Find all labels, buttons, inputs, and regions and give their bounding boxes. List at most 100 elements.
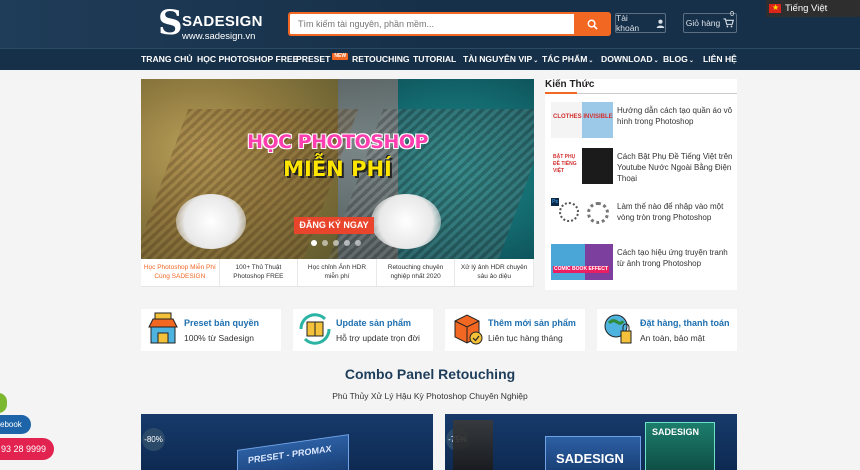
thumb-text: COMIC BOOK EFFECT xyxy=(553,266,609,273)
slider-tabs: Học Photoshop Miễn Phí Cùng SADESIGN 100… xyxy=(141,259,534,287)
language-selector[interactable]: ★ Tiếng Việt xyxy=(766,0,860,17)
slider-dot[interactable] xyxy=(333,240,339,246)
feature-card[interactable]: Update sản phẩm Hỗ trợ update trọn đời xyxy=(293,309,433,351)
slide-subtitle: MIỄN PHÍ xyxy=(283,157,392,181)
cart-count: 0 xyxy=(730,11,734,18)
product-box-text: SADESIGN xyxy=(652,427,700,437)
secure-order-icon xyxy=(604,314,632,344)
knowledge-item[interactable]: COMIC BOOK EFFECT Cách tạo hiệu ứng truy… xyxy=(545,244,737,284)
nav-item-retouching[interactable]: RETOUCHING xyxy=(352,49,410,70)
knowledge-item[interactable]: BẬT PHỤ ĐỀ TIẾNG VIỆT Cách Bật Phụ Đề Ti… xyxy=(545,148,737,188)
feature-card[interactable]: Preset bản quyền 100% từ Sadesign xyxy=(141,309,281,351)
nav-label: BLOG xyxy=(663,54,688,64)
slider-tab[interactable]: Retouching chuyên nghiệp nhất 2020 xyxy=(377,259,456,286)
product-box: SADESIGN xyxy=(645,422,715,470)
section-subtitle: Phù Thủy Xử Lý Hậu Kỳ Photoshop Chuyên N… xyxy=(332,391,528,401)
feature-title: Thêm mới sản phẩm xyxy=(488,318,576,328)
chevron-down-icon: ⌄ xyxy=(588,58,594,64)
slider-tab[interactable]: 100+ Thủ Thuật Photoshop FREE xyxy=(220,259,299,286)
nav-label: HỌC PHOTOSHOP FREE xyxy=(197,54,299,64)
nav-item-tai-nguyen-vip[interactable]: TÀI NGUYÊN VIP⌄ xyxy=(463,49,538,70)
feature-subtitle: An toàn, bảo mật xyxy=(640,333,705,343)
new-badge: NEW xyxy=(332,53,349,60)
feature-title: Preset bản quyền xyxy=(184,318,260,328)
feature-subtitle: Hỗ trợ update trọn đời xyxy=(336,333,420,343)
slider-tab[interactable]: Xử lý ảnh HDR chuyên sâu ảo diệu xyxy=(455,259,534,286)
nav-item-photoshop-free[interactable]: HỌC PHOTOSHOP FREE xyxy=(197,49,298,70)
discount-badge: -80% xyxy=(142,428,165,451)
slider-tab[interactable]: Học chỉnh Ảnh HDR miễn phí xyxy=(298,259,377,286)
product-card[interactable]: -80% PRESET - PROMAX xyxy=(141,414,433,470)
site-header: S SADESIGN www.sadesign.vn Tài khoản Giỏ… xyxy=(0,0,860,48)
search-icon xyxy=(587,19,598,30)
nav-item-download[interactable]: DOWNLOAD⌄ xyxy=(601,49,659,70)
account-button[interactable]: Tài khoản xyxy=(615,13,666,33)
article-title: Cách Bật Phụ Đề Tiếng Việt trên Youtube … xyxy=(617,152,733,183)
language-label: Tiếng Việt xyxy=(785,3,828,14)
user-icon xyxy=(656,19,665,28)
knowledge-title: Kiến Thức xyxy=(545,79,595,90)
feature-card[interactable]: Thêm mới sản phẩm Liên tục hàng tháng xyxy=(445,309,585,351)
article-title: Cách tạo hiệu ứng truyện tranh từ ảnh tr… xyxy=(617,248,728,268)
circle-shape xyxy=(587,202,609,224)
article-title: Hướng dẫn cách tạo quần áo vô hình trong… xyxy=(617,106,733,126)
knowledge-item[interactable]: CLOTHES INVISIBLE Hướng dẫn cách tạo quầ… xyxy=(545,102,737,142)
article-thumbnail: Ps xyxy=(551,198,613,234)
article-thumbnail: CLOTHES INVISIBLE xyxy=(551,102,613,138)
nav-label: TÀI NGUYÊN VIP xyxy=(463,54,533,64)
divider-accent xyxy=(545,92,577,94)
product-box: PRESET - PROMAX xyxy=(237,434,349,470)
logo-name: SADESIGN xyxy=(182,13,263,30)
nav-item-preset[interactable]: PRESET NEW xyxy=(296,49,349,70)
nav-label: TÁC PHẨM xyxy=(542,54,588,64)
account-label: Tài khoản xyxy=(616,13,640,33)
cart-icon xyxy=(723,18,735,28)
feature-title: Đặt hàng, thanh toán xyxy=(640,318,730,328)
cart-button[interactable]: Giỏ hàng 0 xyxy=(683,11,737,33)
facebook-button[interactable]: ebook xyxy=(0,415,31,434)
nav-item-tutorial[interactable]: TUTORIAL xyxy=(413,49,456,70)
feature-card[interactable]: Đặt hàng, thanh toán An toàn, bảo mật xyxy=(597,309,737,351)
logo-url: www.sadesign.vn xyxy=(182,31,256,42)
nav-label: PRESET xyxy=(296,54,331,64)
chevron-down-icon: ⌄ xyxy=(653,58,659,64)
nav-item-lien-he[interactable]: LIÊN HỆ xyxy=(703,49,737,70)
slide-title: HỌC PHOTOSHOP xyxy=(247,131,428,153)
product-card[interactable]: -75% SADESIGN SADESIGN xyxy=(445,414,737,470)
thumb-text: BẬT PHỤ ĐỀ TIẾNG VIỆT xyxy=(553,154,577,174)
slider-tab[interactable]: Học Photoshop Miễn Phí Cùng SADESIGN xyxy=(141,259,220,286)
vietnam-flag-icon: ★ xyxy=(769,3,781,13)
article-thumbnail: BẬT PHỤ ĐỀ TIẾNG VIỆT xyxy=(551,148,613,184)
slider-dot[interactable] xyxy=(355,240,361,246)
main-nav: TRANG CHỦ HỌC PHOTOSHOP FREE PRESET NEW R… xyxy=(0,48,860,70)
update-box-icon xyxy=(299,313,331,345)
nav-label: TRANG CHỦ xyxy=(141,54,193,64)
product-box-text: SADESIGN xyxy=(556,451,624,466)
feature-title: Update sản phẩm xyxy=(336,318,412,328)
nav-item-blog[interactable]: BLOG⌄ xyxy=(663,49,694,70)
cart-label: Giỏ hàng xyxy=(685,18,721,28)
product-box-text: PRESET - PROMAX xyxy=(248,443,332,466)
product-box: SADESIGN xyxy=(545,436,641,470)
nav-label: LIÊN HỆ xyxy=(703,54,737,64)
register-now-button[interactable]: ĐĂNG KÝ NGAY xyxy=(294,217,374,234)
slider-dot[interactable] xyxy=(311,240,317,246)
nav-label: DOWNLOAD xyxy=(601,54,653,64)
dress-right xyxy=(371,194,441,249)
section-title: Combo Panel Retouching xyxy=(344,366,516,382)
phone-button[interactable]: 93 28 9999 xyxy=(0,438,54,460)
knowledge-item[interactable]: Ps Làm thế nào để nhập vào một vòng tròn… xyxy=(545,198,737,238)
circle-shape xyxy=(559,202,579,222)
hero-slider[interactable]: HỌC PHOTOSHOP MIỄN PHÍ ĐĂNG KÝ NGAY xyxy=(141,79,534,259)
nav-item-home[interactable]: TRANG CHỦ xyxy=(141,49,193,70)
search-button[interactable] xyxy=(574,12,611,36)
feature-subtitle: Liên tục hàng tháng xyxy=(488,333,563,343)
article-thumbnail: COMIC BOOK EFFECT xyxy=(551,244,613,280)
search-input[interactable] xyxy=(288,12,575,36)
new-product-box-icon xyxy=(454,314,483,345)
dress-left xyxy=(176,194,246,249)
site-logo[interactable]: S SADESIGN www.sadesign.vn xyxy=(158,4,262,44)
slider-dot[interactable] xyxy=(322,240,328,246)
nav-item-tac-pham[interactable]: TÁC PHẨM⌄ xyxy=(542,49,593,70)
slider-dot[interactable] xyxy=(344,240,350,246)
